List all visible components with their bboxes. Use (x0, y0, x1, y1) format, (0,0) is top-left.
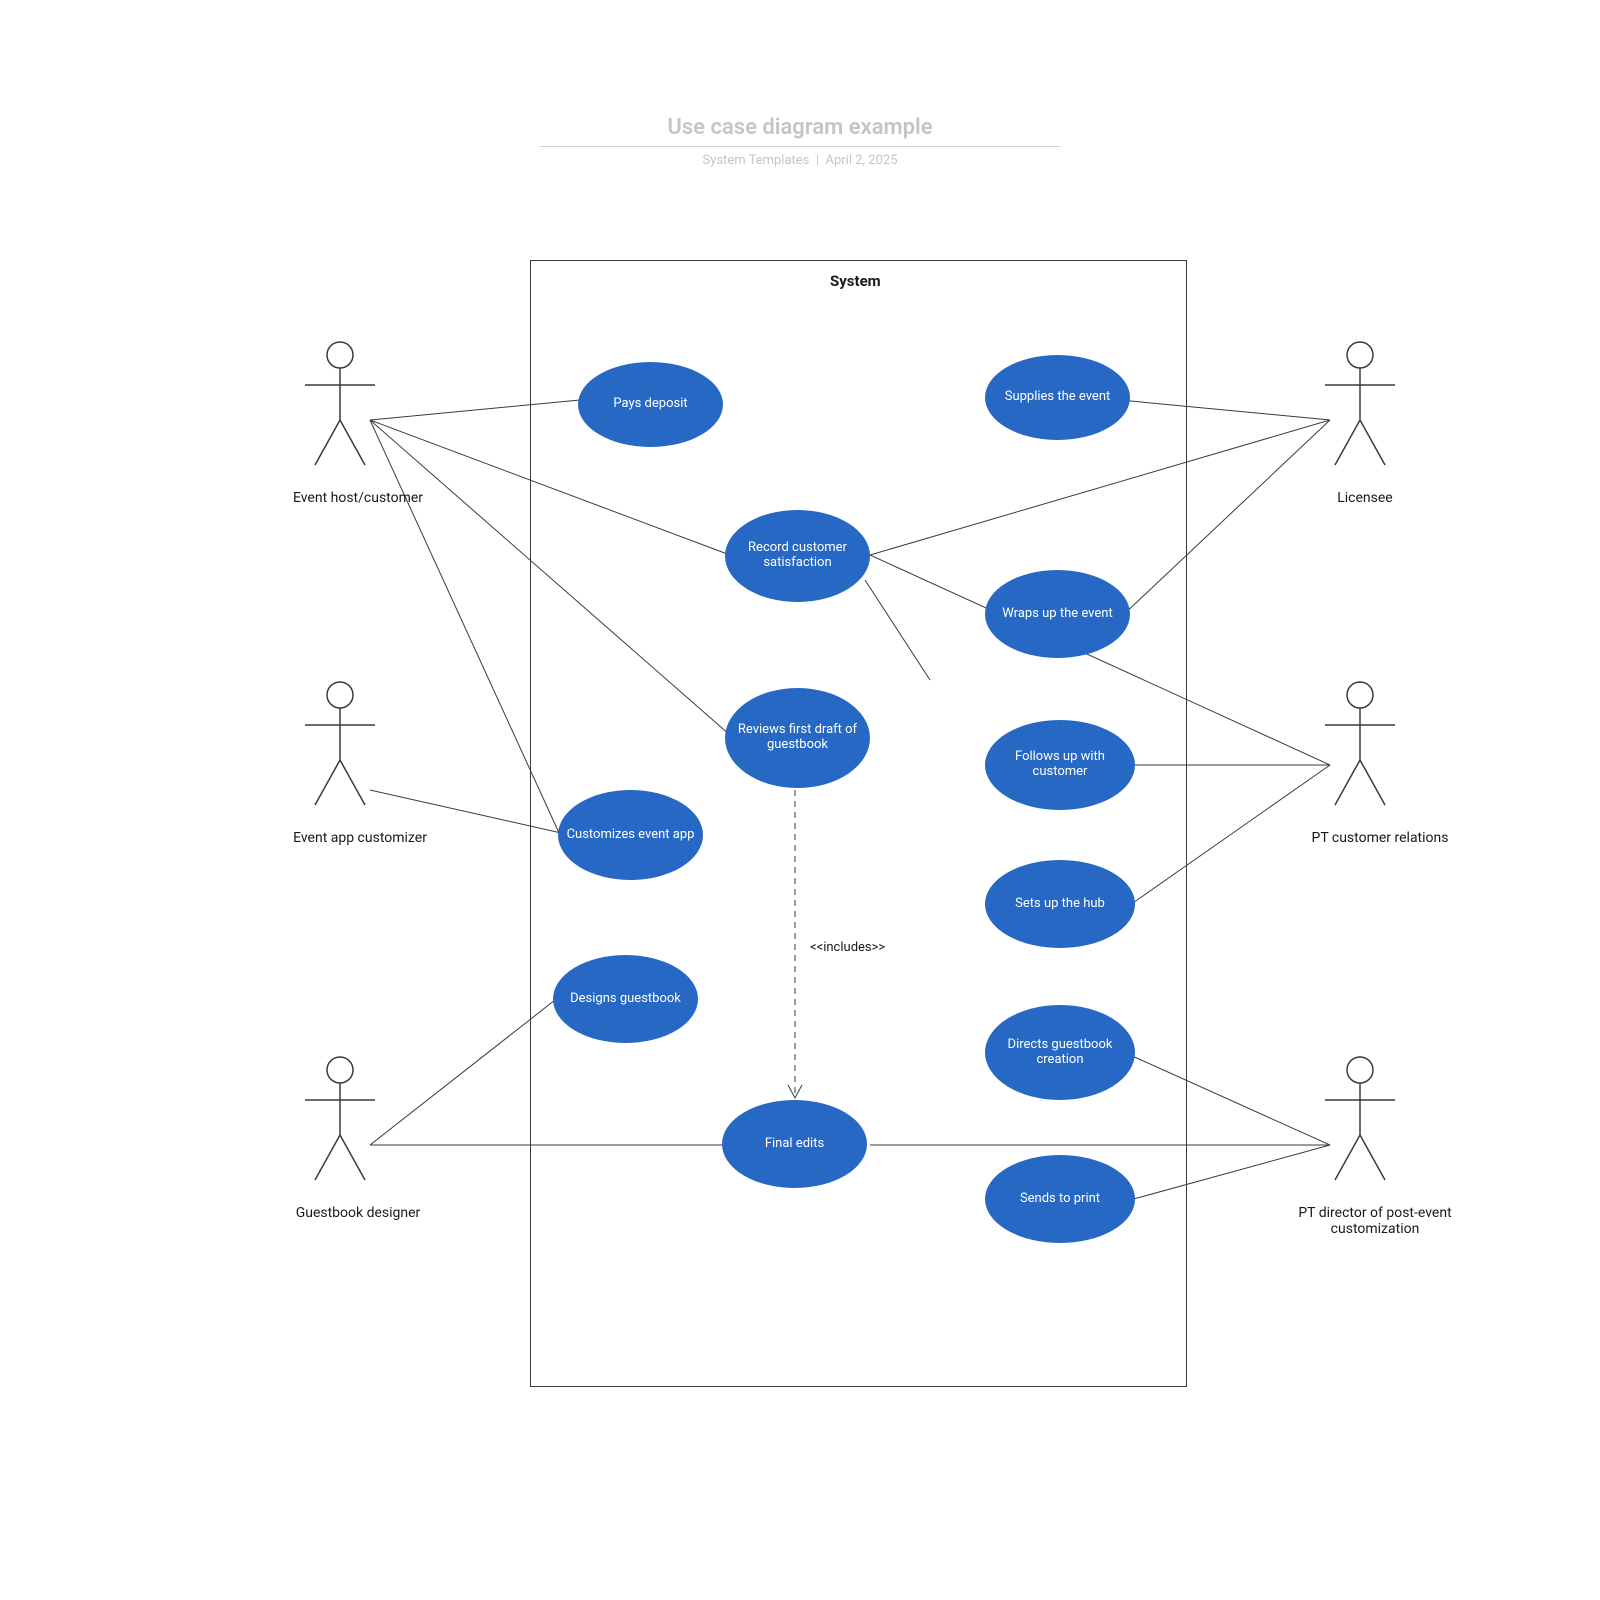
usecase-label: Follows up with customer (993, 750, 1127, 780)
actor-guestbook-designer (300, 1055, 380, 1185)
usecase-record-satisfaction: Record customer satisfaction (725, 510, 870, 602)
actor-licensee (1320, 340, 1400, 470)
actor-icon (1320, 340, 1400, 470)
actor-licensee-label: Licensee (1300, 490, 1430, 506)
usecase-directs-creation: Directs guestbook creation (985, 1005, 1135, 1100)
actor-icon (300, 340, 380, 470)
actor-pt-director-label: PT director of post-event customization (1260, 1205, 1490, 1237)
usecase-reviews-draft: Reviews first draft of guestbook (725, 688, 870, 788)
usecase-sets-up-hub: Sets up the hub (985, 860, 1135, 948)
actor-icon (300, 1055, 380, 1185)
usecase-label: Final edits (765, 1137, 824, 1152)
usecase-label: Supplies the event (1005, 390, 1111, 405)
actor-event-app-customizer (300, 680, 380, 810)
usecase-label: Directs guestbook creation (993, 1038, 1127, 1068)
actor-pt-customer-relations (1320, 680, 1400, 810)
relation-includes-label: <<includes>> (810, 940, 885, 955)
actor-icon (300, 680, 380, 810)
actor-pt-customer-relations-label: PT customer relations (1285, 830, 1475, 846)
usecase-pays-deposit: Pays deposit (578, 362, 723, 447)
usecase-label: Record customer satisfaction (733, 541, 862, 571)
usecase-label: Sends to print (1020, 1192, 1100, 1207)
usecase-label: Pays deposit (613, 397, 687, 412)
actor-event-host-label: Event host/customer (273, 490, 443, 506)
actor-guestbook-designer-label: Guestbook designer (273, 1205, 443, 1221)
usecase-label: Designs guestbook (570, 992, 681, 1007)
usecase-supplies-event: Supplies the event (985, 355, 1130, 440)
diagram-header: Use case diagram example System Template… (540, 115, 1060, 168)
actor-icon (1320, 680, 1400, 810)
subtitle-date: April 2, 2025 (825, 153, 897, 168)
usecase-final-edits: Final edits (722, 1100, 867, 1188)
diagram-subtitle: System Templates | April 2, 2025 (540, 153, 1060, 168)
actor-pt-director (1320, 1055, 1400, 1185)
usecase-label: Sets up the hub (1015, 897, 1105, 912)
usecase-wraps-up: Wraps up the event (985, 570, 1130, 658)
diagram-canvas: Use case diagram example System Template… (0, 0, 1600, 1600)
usecase-follows-up: Follows up with customer (985, 720, 1135, 810)
actor-event-app-customizer-label: Event app customizer (265, 830, 455, 846)
usecase-label: Reviews first draft of guestbook (733, 723, 862, 753)
usecase-sends-print: Sends to print (985, 1155, 1135, 1243)
diagram-title: Use case diagram example (540, 115, 1060, 147)
subtitle-source: System Templates (702, 153, 809, 168)
usecase-customizes-app: Customizes event app (558, 790, 703, 880)
actor-event-host (300, 340, 380, 470)
actor-icon (1320, 1055, 1400, 1185)
usecase-label: Wraps up the event (1002, 607, 1112, 622)
usecase-designs-guestbook: Designs guestbook (553, 955, 698, 1043)
system-label: System (830, 272, 881, 290)
usecase-label: Customizes event app (567, 828, 695, 843)
